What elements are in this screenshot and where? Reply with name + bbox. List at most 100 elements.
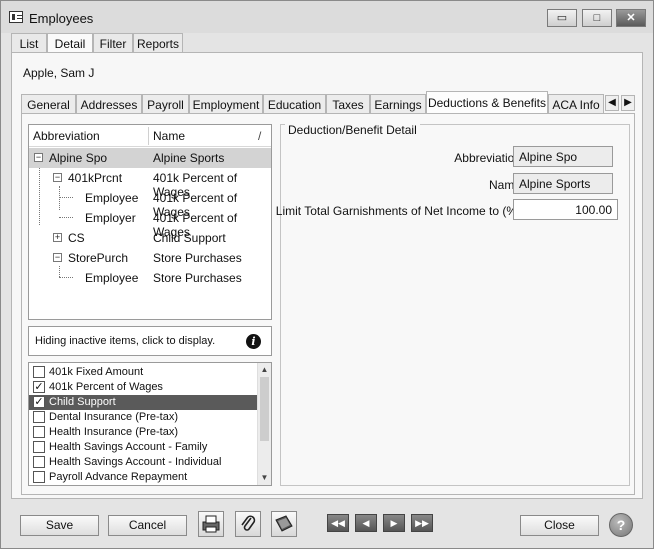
checklist-item-label: Health Savings Account - Family (49, 441, 208, 453)
tree-row-abbreviation: CS (68, 231, 85, 245)
abbreviation-label: Abbreviation (454, 151, 521, 165)
tree-row[interactable]: Employee Store Purchases (29, 268, 271, 288)
column-abbreviation[interactable]: Abbreviation (33, 129, 100, 143)
close-button[interactable]: Close (520, 515, 599, 536)
abbreviation-field: Alpine Spo (513, 146, 613, 167)
tab-scroll-left-icon[interactable]: ◀ (605, 95, 619, 111)
sub-tab-strip: General Addresses Payroll Employment Edu… (21, 91, 641, 115)
tree-row[interactable]: + CS Child Support (29, 228, 271, 248)
checklist-scrollbar[interactable]: ▲ ▼ (257, 363, 271, 485)
tree-row-abbreviation: Employee (85, 271, 139, 285)
scroll-up-icon[interactable]: ▲ (258, 363, 271, 376)
checklist-item-label: Dental Insurance (Pre-tax) (49, 411, 178, 423)
deduction-tree: Abbreviation Name / − Alpine Spo Alpine … (28, 124, 272, 320)
checkbox[interactable] (33, 426, 45, 438)
tree-row[interactable]: − 401kPrcnt 401k Percent of Wages (29, 168, 271, 199)
checklist-item[interactable]: Health Savings Account - Individual (29, 455, 257, 470)
tree-row-abbreviation: Alpine Spo (49, 151, 108, 165)
checkbox[interactable] (33, 471, 45, 483)
tab-education[interactable]: Education (263, 94, 326, 114)
tree-row-name: Child Support (153, 231, 226, 245)
tab-filter[interactable]: Filter (93, 33, 133, 53)
scrollbar-thumb[interactable] (260, 377, 269, 441)
tab-addresses[interactable]: Addresses (76, 94, 142, 114)
tree-row[interactable]: Employer 401k Percent of Wages (29, 208, 271, 239)
checklist-item-label: Child Support (49, 396, 116, 408)
collapse-icon[interactable]: − (53, 173, 62, 182)
scroll-down-icon[interactable]: ▼ (258, 471, 271, 484)
printer-icon (202, 515, 220, 533)
minimize-button[interactable]: ▭ (547, 9, 577, 27)
tree-row-abbreviation: StorePurch (68, 251, 129, 265)
limit-garnishments-label: Limit Total Garnishments of Net Income t… (275, 204, 521, 218)
checklist-item[interactable]: Health Savings Account - Family (29, 440, 257, 455)
tree-row-name: Store Purchases (153, 271, 242, 285)
column-sort-icon[interactable]: / (258, 129, 261, 143)
checklist-item-label: Health Insurance (Pre-tax) (49, 426, 178, 438)
inactive-items-bar[interactable]: Hiding inactive items, click to display.… (28, 326, 272, 356)
tree-row-abbreviation: 401kPrcnt (68, 171, 123, 185)
deduction-checklist: 401k Fixed Amount ✓ 401k Percent of Wage… (28, 362, 272, 486)
tree-row-abbreviation: Employer (85, 211, 136, 225)
limit-garnishments-input[interactable]: 100.00 (513, 199, 618, 220)
window-title: Employees (29, 11, 94, 26)
cancel-button[interactable]: Cancel (108, 515, 187, 536)
checkbox[interactable] (33, 441, 45, 453)
checklist-item[interactable]: 401k Fixed Amount (29, 365, 257, 380)
tab-scroll-right-icon[interactable]: ▶ (621, 95, 635, 111)
tree-header: Abbreviation Name / (29, 125, 271, 147)
checkbox[interactable]: ✓ (33, 396, 45, 408)
collapse-icon[interactable]: − (34, 153, 43, 162)
checklist-item[interactable]: ✓ 401k Percent of Wages (29, 380, 257, 395)
last-record-icon[interactable]: ▶▶ (411, 514, 433, 532)
attachment-button[interactable] (235, 511, 261, 537)
tab-general[interactable]: General (21, 94, 76, 114)
tab-employment[interactable]: Employment (189, 94, 263, 114)
tab-list[interactable]: List (11, 33, 47, 53)
checklist-item[interactable]: Health Insurance (Pre-tax) (29, 425, 257, 440)
maximize-button[interactable]: □ (582, 9, 612, 27)
checkbox[interactable] (33, 411, 45, 423)
deductions-panel: Abbreviation Name / − Alpine Spo Alpine … (21, 113, 635, 495)
tab-payroll[interactable]: Payroll (142, 94, 189, 114)
tree-row[interactable]: − StorePurch Store Purchases (29, 248, 271, 268)
expand-icon[interactable]: + (53, 233, 62, 242)
tab-detail[interactable]: Detail (47, 33, 93, 54)
checklist-item-label: Health Savings Account - Individual (49, 456, 222, 468)
save-button[interactable]: Save (20, 515, 99, 536)
detail-legend: Deduction/Benefit Detail (285, 123, 420, 137)
info-icon[interactable]: i (246, 334, 261, 349)
name-field: Alpine Sports (513, 173, 613, 194)
next-record-icon[interactable]: ▶ (383, 514, 405, 532)
tree-row-name: Store Purchases (153, 251, 242, 265)
column-name[interactable]: Name (153, 129, 185, 143)
tab-taxes[interactable]: Taxes (326, 94, 370, 114)
checkbox[interactable]: ✓ (33, 381, 45, 393)
collapse-icon[interactable]: − (53, 253, 62, 262)
deduction-detail-group: Deduction/Benefit Detail Abbreviation Al… (276, 123, 630, 486)
tree-row-abbreviation: Employee (85, 191, 139, 205)
tree-row[interactable]: Employee 401k Percent of Wages (29, 188, 271, 219)
help-icon[interactable]: ? (609, 513, 633, 537)
checklist-item[interactable]: ✓ Child Support (29, 395, 257, 410)
checkbox[interactable] (33, 456, 45, 468)
tab-reports[interactable]: Reports (133, 33, 183, 53)
checklist-item[interactable]: Dental Insurance (Pre-tax) (29, 410, 257, 425)
tree-row[interactable]: − Alpine Spo Alpine Sports (29, 148, 271, 168)
tab-deductions-benefits[interactable]: Deductions & Benefits (426, 91, 548, 115)
employees-app-icon (9, 11, 23, 23)
previous-record-icon[interactable]: ◀ (355, 514, 377, 532)
title-bar: Employees ▭ □ ✕ (1, 1, 653, 33)
column-divider (148, 127, 149, 145)
notes-icon (275, 515, 293, 532)
checklist-item[interactable]: Payroll Advance Repayment (29, 470, 257, 485)
first-record-icon[interactable]: ◀◀ (327, 514, 349, 532)
tab-aca-info[interactable]: ACA Info (548, 94, 604, 114)
notes-button[interactable] (271, 511, 297, 537)
close-window-button[interactable]: ✕ (616, 9, 646, 27)
checklist-item-label: 401k Percent of Wages (49, 381, 163, 393)
tab-earnings[interactable]: Earnings (370, 94, 426, 114)
detail-content: Apple, Sam J General Addresses Payroll E… (11, 52, 643, 499)
checkbox[interactable] (33, 366, 45, 378)
print-button[interactable] (198, 511, 224, 537)
